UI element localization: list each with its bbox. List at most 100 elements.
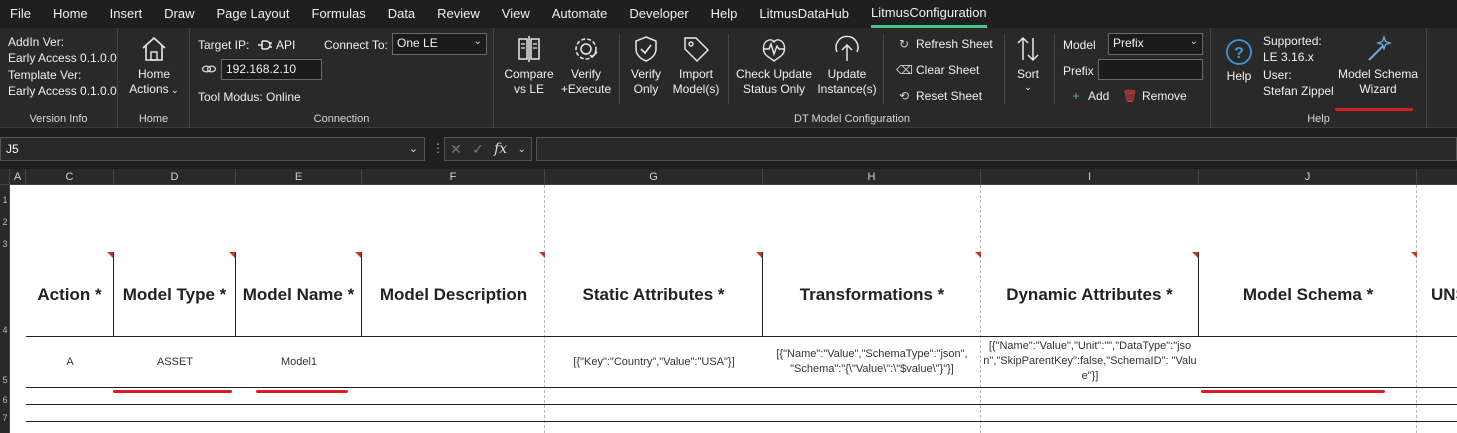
home-icon <box>142 36 166 61</box>
column-header-c[interactable]: C <box>26 169 114 185</box>
compare-vs-le-button[interactable]: Compare vs LE <box>500 34 558 97</box>
row-header-4[interactable]: 4 <box>0 325 10 335</box>
chevron-down-icon[interactable]: ⌄ <box>517 144 525 155</box>
row-header-2[interactable]: 2 <box>0 217 10 227</box>
prefix-input[interactable] <box>1098 59 1203 80</box>
row-header-1[interactable]: 1 <box>0 195 10 205</box>
cell-model-description[interactable] <box>362 337 545 387</box>
column-header-e[interactable]: E <box>236 169 362 185</box>
tab-insert[interactable]: Insert <box>110 0 143 28</box>
verify-execute-button[interactable]: Verify +Execute <box>558 34 614 97</box>
remove-label: Remove <box>1142 89 1187 103</box>
sort-label: Sort <box>1016 67 1039 81</box>
column-header-f[interactable]: F <box>362 169 545 185</box>
refresh-sheet-button[interactable]: ↻ Refresh Sheet <box>896 37 993 51</box>
add-button[interactable]: + Add <box>1068 89 1109 103</box>
cell-action[interactable]: A <box>26 337 114 387</box>
drag-handle-icon[interactable]: ⋮ <box>432 141 444 155</box>
tab-automate[interactable]: Automate <box>552 0 608 28</box>
tab-review[interactable]: Review <box>437 0 480 28</box>
formula-input[interactable] <box>536 137 1457 161</box>
header-cell-model-description[interactable]: Model Description <box>362 252 545 337</box>
help-button[interactable]: ? Help <box>1221 38 1257 84</box>
reset-icon: ⟲ <box>898 89 910 103</box>
cell-dynamic-attributes[interactable]: [{"Name":"Value","Unit":"","DataType":"j… <box>981 337 1199 387</box>
header-model-type-text: Model Type * <box>122 284 227 304</box>
reset-sheet-button[interactable]: ⟲ Reset Sheet <box>896 89 982 103</box>
connect-to-select[interactable]: One LE ⌄ <box>392 33 487 55</box>
tab-developer[interactable]: Developer <box>629 0 688 28</box>
separator <box>1004 34 1005 104</box>
group-label-home: Home <box>138 113 169 125</box>
tool-mode-status: Tool Modus: Online <box>198 90 301 104</box>
addin-version-label: AddIn Ver: <box>8 35 65 49</box>
row-header-7[interactable]: 7 <box>0 413 10 423</box>
separator <box>1054 34 1055 104</box>
insert-function-icon[interactable]: fx <box>494 141 507 157</box>
tab-file[interactable]: File <box>10 0 31 28</box>
update-instances-button[interactable]: Update Instance(s) <box>816 34 878 97</box>
cell-model-schema[interactable] <box>1199 337 1417 387</box>
confirm-icon[interactable]: ✓ <box>472 141 484 158</box>
tab-draw[interactable]: Draw <box>164 0 194 28</box>
tab-page-layout[interactable]: Page Layout <box>217 0 290 28</box>
clear-sheet-button[interactable]: ⌫ Clear Sheet <box>896 63 979 77</box>
eraser-icon: ⌫ <box>896 63 913 77</box>
column-header-a[interactable]: A <box>10 169 26 185</box>
home-actions-button[interactable]: Home Actions ⌄ <box>122 34 186 98</box>
header-action-text: Action * <box>37 284 102 304</box>
compare-label-2: vs LE <box>513 82 544 96</box>
header-transformations-text: Transformations * <box>799 284 945 304</box>
upload-arrow-icon <box>835 35 859 61</box>
row-header-5[interactable]: 5 <box>0 375 10 385</box>
header-cell-action[interactable]: Action * <box>26 252 114 337</box>
header-cell-model-type[interactable]: Model Type * <box>114 252 236 337</box>
cell-model-name[interactable]: Model1 <box>236 337 362 387</box>
tab-help[interactable]: Help <box>711 0 738 28</box>
target-ip-input[interactable]: 192.168.2.10 <box>221 59 322 80</box>
cell-model-type[interactable]: ASSET <box>114 337 236 387</box>
name-box[interactable]: J5 ⌄ <box>0 137 425 161</box>
plus-icon: + <box>1072 89 1080 103</box>
tab-data[interactable]: Data <box>388 0 415 28</box>
cell-static-attributes[interactable]: [{"Key":"Country","Value":"USA"}] <box>545 337 763 387</box>
header-cell-dynamic-attributes[interactable]: Dynamic Attributes * <box>981 252 1199 337</box>
column-header-i[interactable]: I <box>981 169 1199 185</box>
model-select[interactable]: Prefix ⌄ <box>1108 33 1203 55</box>
tab-home[interactable]: Home <box>53 0 88 28</box>
tab-formulas[interactable]: Formulas <box>312 0 366 28</box>
cancel-icon[interactable]: ✕ <box>450 141 462 158</box>
select-all-corner[interactable] <box>0 169 10 185</box>
check-update-status-button[interactable]: Check Update Status Only <box>732 34 816 97</box>
connect-to-label: Connect To: <box>324 38 388 52</box>
row-border <box>26 421 1457 422</box>
header-cell-partial[interactable]: UNS <box>1417 252 1457 337</box>
group-label-version-info: Version Info <box>29 113 88 125</box>
remove-button[interactable]: 🗑 Remove <box>1122 89 1187 103</box>
row-header-3[interactable]: 3 <box>0 239 10 249</box>
column-header-j[interactable]: J <box>1199 169 1417 185</box>
header-cell-model-name[interactable]: Model Name * <box>236 252 362 337</box>
header-cell-static-attributes[interactable]: Static Attributes * <box>545 252 763 337</box>
header-cell-transformations[interactable]: Transformations * <box>763 252 981 337</box>
model-schema-wizard-button[interactable]: Model Schema Wizard <box>1335 34 1421 97</box>
user-label: User: <box>1263 68 1292 82</box>
chevron-down-icon: ⌄ <box>1024 82 1032 92</box>
header-model-schema-text: Model Schema * <box>1242 284 1374 304</box>
row-header-6[interactable]: 6 <box>0 395 10 405</box>
tab-litmus-data-hub[interactable]: LitmusDataHub <box>759 0 849 28</box>
verify-only-button[interactable]: Verify Only <box>624 34 668 97</box>
group-label-help: Help <box>1307 113 1330 125</box>
column-header-d[interactable]: D <box>114 169 236 185</box>
tab-litmus-configuration[interactable]: LitmusConfiguration <box>871 0 987 28</box>
column-header-h[interactable]: H <box>763 169 981 185</box>
header-cell-model-schema[interactable]: Model Schema * <box>1199 252 1417 337</box>
import-models-button[interactable]: Import Model(s) <box>668 34 724 97</box>
column-header-g[interactable]: G <box>545 169 763 185</box>
row-headers: 1 2 3 4 5 6 7 <box>0 185 10 433</box>
cell-transformations[interactable]: [{"Name":"Value","SchemaType":"json", "S… <box>763 337 981 387</box>
tab-view[interactable]: View <box>502 0 530 28</box>
sort-button[interactable]: Sort ⌄ <box>1008 34 1048 92</box>
link-icon <box>201 65 217 73</box>
check-update-label-2: Status Only <box>742 82 806 96</box>
